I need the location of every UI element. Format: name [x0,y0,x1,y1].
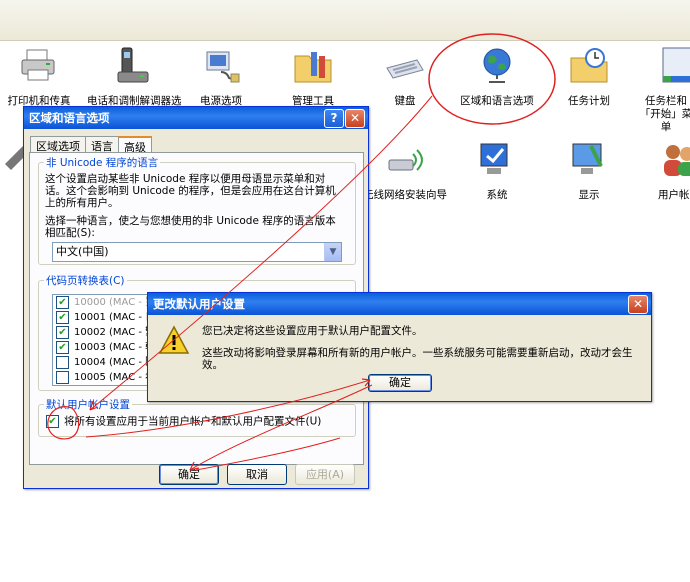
cp-item-admin-tools[interactable]: 管理工具 [270,46,356,108]
cp-item-phone-modem[interactable]: 电话和调制解调器选 [87,46,182,108]
group-legend: 代码页转换表(C) [46,275,125,287]
cp-item-user-accounts[interactable]: 用户帐户 [636,140,690,202]
globe-icon [483,48,511,83]
close-button[interactable]: ✕ [628,295,648,314]
codepage-checkbox[interactable] [56,370,69,384]
group-legend: 默认用户帐户设置 [46,399,130,411]
cp-item-label: 显示 [578,189,600,201]
change-default-user-dialog: 更改默认用户设置 ✕ 您已决定将这些设置应用于默认用户配置文件。 这些改动将影响… [147,292,652,402]
ok-button[interactable]: 确定 [159,464,219,485]
unicode-description-3: 上的所有用户。 [45,197,119,209]
explorer-toolbar [0,0,690,41]
close-icon: ✕ [632,297,644,311]
confirm-message-1: 您已决定将这些设置应用于默认用户配置文件。 [202,325,423,337]
codepage-code: 10005 [74,372,106,383]
warning-icon [158,325,190,354]
select-prompt-2: 相匹配(S): [45,227,95,239]
wireless-icon [388,149,423,171]
cp-item-system[interactable]: 系统 [454,140,540,202]
cp-item-label: 任务栏和「开始」菜单 [639,95,690,133]
codepage-checkbox[interactable]: ✔ [56,295,69,309]
dialog-title: 更改默认用户设置 [153,297,245,311]
unicode-description-2: 话。这个会影响到 Unicode 的程序，但是会应用在这台计算机 [45,185,336,197]
help-button[interactable]: ? [324,109,344,128]
chevron-down-icon[interactable]: ▼ [324,243,341,261]
confirm-ok-button[interactable]: 确定 [368,374,432,392]
cp-item-scheduled-tasks[interactable]: 任务计划 [546,46,632,108]
power-options-icon [206,51,240,83]
cp-item-taskbar[interactable]: 任务栏和「开始」菜单 [636,46,690,134]
cp-item-label: 用户帐户 [658,189,690,201]
cp-item-region-language[interactable]: 区域和语言选项 [454,46,540,108]
apply-all-label: 将所有设置应用于当前用户帐户和默认用户配置文件(U) [64,415,322,428]
cp-item-wireless[interactable]: 无线网络安装向导 [362,140,448,202]
codepage-code: 10004 [74,357,106,368]
cp-item-printers[interactable]: 打印机和传真 [0,46,82,108]
group-legend: 非 Unicode 程序的语言 [46,157,159,169]
selected-language: 中文(中国) [56,245,109,258]
tab-strip: 区域选项 语言 高级 [30,135,152,156]
codepage-checkbox[interactable]: ✔ [56,310,69,324]
cp-item-label: 无线网络安装向导 [363,189,447,201]
close-button[interactable]: ✕ [345,109,365,128]
codepage-checkbox[interactable]: ✔ [56,325,69,339]
scheduled-tasks-icon [570,48,608,83]
language-dropdown[interactable]: 中文(中国) ▼ [52,242,342,262]
cp-item-display[interactable]: 显示 [546,140,632,202]
confirm-message-2: 这些改动将影响登录屏幕和所有新的用户帐户。一些系统服务可能需要重新启动，改动才会… [202,347,633,371]
codepage-code: 10003 [74,342,106,353]
cp-item-label: 键盘 [394,95,416,107]
unicode-description-1: 这个设置启动某些非 Unicode 程序以便用母语显示菜单和对 [45,173,326,185]
system-icon [480,143,508,174]
codepage-code: 10000 [74,297,106,308]
codepage-code: 10002 [74,327,106,338]
codepage-checkbox[interactable] [56,355,69,369]
cp-item-keyboard[interactable]: 键盘 [362,46,448,108]
close-icon: ✕ [349,111,361,125]
dialog-title-bar: 更改默认用户设置 ✕ [148,293,651,315]
help-icon: ? [330,111,338,125]
phone-modem-icon [117,47,149,83]
user-accounts-icon [664,145,690,176]
select-prompt-1: 选择一种语言，使之与您想使用的非 Unicode 程序的语言版本 [45,215,336,227]
apply-button[interactable]: 应用(A) [295,464,355,485]
admin-tools-icon [294,52,332,83]
codepage-code: 10001 [74,312,106,323]
cp-item-power[interactable]: 电源选项 [178,46,264,108]
checkbox[interactable]: ✔ [46,415,59,428]
dialog-title-bar: 区域和语言选项 ? ✕ [24,107,368,129]
cp-item-label: 区域和语言选项 [460,95,534,107]
dialog-title: 区域和语言选项 [29,111,110,125]
printer-icon [21,49,55,81]
taskbar-icon [662,47,690,83]
cancel-button[interactable]: 取消 [227,464,287,485]
apply-all-checkbox[interactable]: ✔ 将所有设置应用于当前用户帐户和默认用户配置文件(U) [46,415,321,428]
keyboard-icon [386,59,424,79]
cp-item-label: 系统 [486,189,508,201]
codepage-checkbox[interactable]: ✔ [56,340,69,354]
cp-item-label: 任务计划 [568,95,610,107]
display-icon [572,143,603,174]
